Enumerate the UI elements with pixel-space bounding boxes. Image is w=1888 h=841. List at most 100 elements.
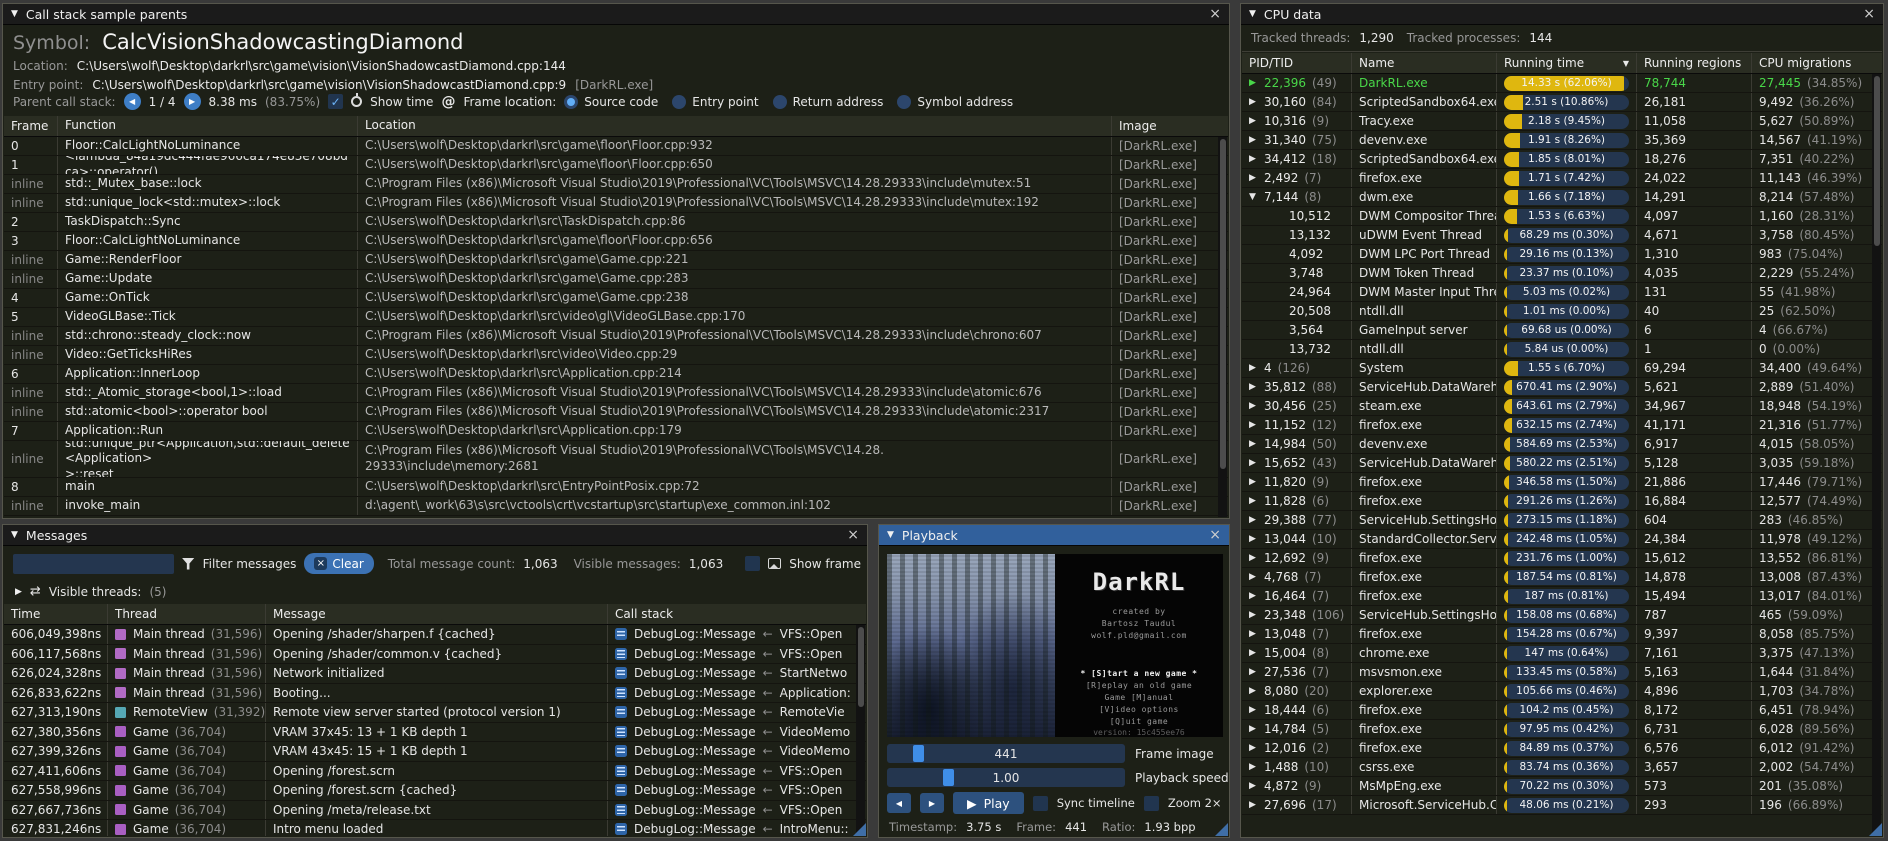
message-thread[interactable]: Game (36,704) (108, 762, 266, 781)
message-row[interactable]: 606,049,398ns Main thread (31,596) Openi… (4, 625, 866, 645)
radio-icon[interactable] (672, 95, 686, 109)
pid-cell[interactable]: 10,512 (1242, 207, 1352, 225)
pid-cell[interactable]: 20,508 (1242, 302, 1352, 320)
source-location[interactable]: C:\Program Files (x86)\Microsoft Visual … (358, 384, 1112, 402)
message-thread[interactable]: Game (36,704) (108, 820, 266, 836)
col-cpu-migrations[interactable]: CPU migrations (1752, 53, 1882, 73)
pid-cell[interactable]: ▶ 35,812 (88) (1242, 378, 1352, 396)
pid-cell[interactable]: ▶ 34,412 (18) (1242, 150, 1352, 168)
source-location[interactable]: C:\Program Files (x86)\Microsoft Visual … (358, 327, 1112, 345)
scrollbar[interactable] (1218, 137, 1227, 517)
message-thread[interactable]: RemoteView (31,392) (108, 703, 266, 722)
expand-arrow-icon[interactable]: ▶ (1249, 496, 1264, 506)
message-callstack[interactable]: DebugLog::Message ← IntroMenu:: (608, 820, 866, 836)
message-row[interactable]: 627,667,736ns Game (36,704) Opening /met… (4, 801, 866, 821)
cpu-process-row[interactable]: ▶ 35,812 (88) ServiceHub.DataWarehou 670… (1242, 378, 1882, 397)
pid-cell[interactable]: ▶ 30,160 (84) (1242, 93, 1352, 111)
message-callstack[interactable]: DebugLog::Message ← StartNetwo (608, 664, 866, 683)
callstack-frame-row[interactable]: inline invoke_main d:\agent\_work\63\s\s… (4, 497, 1228, 516)
cpu-process-row[interactable]: ▶ 13,044 (10) StandardCollector.Servic 2… (1242, 530, 1882, 549)
resize-grip[interactable] (1215, 823, 1228, 836)
pid-cell[interactable]: ▶ 27,536 (7) (1242, 663, 1352, 681)
callstack-icon[interactable] (615, 706, 627, 718)
expand-arrow-icon[interactable]: ▶ (1249, 743, 1264, 753)
pid-cell[interactable]: ▶ 18,444 (6) (1242, 701, 1352, 719)
cpu-process-row[interactable]: ▶ 12,016 (2) firefox.exe 84.89 ms (0.37%… (1242, 739, 1882, 758)
close-icon[interactable]: × (1863, 7, 1875, 21)
cpu-process-row[interactable]: 13,732 ntdll.dll 5.84 us (0.00%) 1 0 (0.… (1242, 340, 1882, 359)
message-thread[interactable]: Game (36,704) (108, 781, 266, 800)
scrollbar[interactable] (1872, 74, 1881, 836)
source-location[interactable]: C:\Users\wolf\Desktop\darkrl\src\video\g… (358, 308, 1112, 326)
cpu-process-row[interactable]: ▶ 30,160 (84) ScriptedSandbox64.exe 2.51… (1242, 93, 1882, 112)
cpu-process-row[interactable]: ▶ 11,828 (6) firefox.exe 291.26 ms (1.26… (1242, 492, 1882, 511)
callstack-frame-row[interactable]: inline std::atomic<bool>::operator bool … (4, 403, 1228, 422)
radio-icon[interactable] (897, 95, 911, 109)
cpu-process-row[interactable]: 3,564 GameInput server 69.68 us (0.00%) … (1242, 321, 1882, 340)
col-name[interactable]: Name (1352, 53, 1497, 73)
function-name[interactable]: TaskDispatch::Sync (58, 213, 358, 231)
collapse-arrow-icon[interactable]: ▼ (11, 530, 18, 540)
entry-point-path[interactable]: C:\Users\wolf\Desktop\darkrl\src\game\vi… (92, 78, 566, 92)
function-name[interactable]: main (58, 478, 358, 496)
source-location[interactable]: C:\Program Files (x86)\Microsoft Visual … (358, 175, 1112, 193)
message-callstack[interactable]: DebugLog::Message ← VFS::Open (608, 645, 866, 664)
message-thread[interactable]: Main thread (31,596) (108, 684, 266, 703)
frame-location-radio[interactable]: Entry point (672, 95, 758, 109)
message-row[interactable]: 627,380,356ns Game (36,704) VRAM 37x45: … (4, 723, 866, 743)
message-thread[interactable]: Main thread (31,596) (108, 664, 266, 683)
pid-cell[interactable]: ▶ 14,984 (50) (1242, 435, 1352, 453)
pid-cell[interactable]: ▶ 13,044 (10) (1242, 530, 1352, 548)
cpu-process-row[interactable]: ▶ 15,004 (8) chrome.exe 147 ms (0.64%) 7… (1242, 644, 1882, 663)
callstack-icon[interactable] (615, 784, 627, 796)
function-name[interactable]: invoke_main (58, 497, 358, 515)
expand-arrow-icon[interactable]: ▶ (1249, 610, 1264, 620)
pid-cell[interactable]: ▼ 7,144 (8) (1242, 188, 1352, 206)
expand-arrow-icon[interactable]: ▶ (1249, 439, 1264, 449)
expand-arrow-icon[interactable]: ▼ (1249, 192, 1264, 202)
callstack-frame-row[interactable]: inline Video::GetTicksHiRes C:\Users\wol… (4, 346, 1228, 365)
expand-arrow-icon[interactable]: ▶ (1249, 591, 1264, 601)
cpu-process-row[interactable]: ▶ 34,412 (18) ScriptedSandbox64.exe 1.85… (1242, 150, 1882, 169)
cpu-process-row[interactable]: ▶ 1,488 (10) csrss.exe 83.74 ms (0.36%) … (1242, 758, 1882, 777)
show-time-checkbox[interactable] (328, 94, 343, 109)
cpu-process-row[interactable]: 24,964 DWM Master Input Threa 5.03 ms (0… (1242, 283, 1882, 302)
pid-cell[interactable]: ▶ 16,464 (7) (1242, 587, 1352, 605)
cpu-process-row[interactable]: ▶ 4 (126) System 1.55 s (6.70%) 69,294 3… (1242, 359, 1882, 378)
callstack-frame-row[interactable]: 0 Floor::CalcLightNoLuminance C:\Users\w… (4, 137, 1228, 156)
expand-arrow-icon[interactable]: ▶ (15, 587, 22, 597)
source-location[interactable]: C:\Users\wolf\Desktop\darkrl\src\TaskDis… (358, 213, 1112, 231)
pid-cell[interactable]: ▶ 4,872 (9) (1242, 777, 1352, 795)
frame-location-radio[interactable]: Symbol address (897, 95, 1013, 109)
expand-arrow-icon[interactable]: ▶ (1249, 667, 1264, 677)
source-location[interactable]: d:\agent\_work\63\s\src\vctools\crt\vcst… (358, 497, 1112, 515)
expand-arrow-icon[interactable]: ▶ (1249, 382, 1264, 392)
message-thread[interactable]: Game (36,704) (108, 742, 266, 761)
function-name[interactable]: Floor::CalcLightNoLuminance (58, 137, 358, 155)
expand-arrow-icon[interactable]: ▶ (1249, 97, 1264, 107)
col-pid-tid[interactable]: PID/TID (1242, 53, 1352, 73)
source-location[interactable]: C:\Users\wolf\Desktop\darkrl\src\game\Ga… (358, 289, 1112, 307)
message-row[interactable]: 627,411,606ns Game (36,704) Opening /for… (4, 762, 866, 782)
message-row[interactable]: 627,558,996ns Game (36,704) Opening /for… (4, 781, 866, 801)
function-name[interactable]: Video::GetTicksHiRes (58, 346, 358, 364)
message-thread[interactable]: Main thread (31,596) (108, 645, 266, 664)
callstack-window-titlebar[interactable]: ▼ Call stack sample parents × (3, 4, 1229, 25)
pid-cell[interactable]: 13,132 (1242, 226, 1352, 244)
expand-arrow-icon[interactable]: ▶ (1249, 629, 1264, 639)
expand-arrow-icon[interactable]: ▶ (1249, 78, 1264, 88)
source-location[interactable]: C:\Program Files (x86)\Microsoft Visual … (358, 403, 1112, 421)
function-name[interactable]: Floor::CalcLightNoLuminance (58, 232, 358, 250)
cpu-process-row[interactable]: ▶ 13,048 (7) firefox.exe 154.28 ms (0.67… (1242, 625, 1882, 644)
expand-arrow-icon[interactable]: ▶ (1249, 135, 1264, 145)
message-callstack[interactable]: DebugLog::Message ← VFS::Open (608, 801, 866, 820)
message-callstack[interactable]: DebugLog::Message ← VideoMemo (608, 723, 866, 742)
cpu-process-row[interactable]: ▶ 18,444 (6) firefox.exe 104.2 ms (0.45%… (1242, 701, 1882, 720)
speed-slider-handle[interactable] (943, 769, 954, 786)
close-icon[interactable]: × (847, 528, 859, 542)
cpu-process-row[interactable]: ▶ 4,872 (9) MsMpEng.exe 70.22 ms (0.30%)… (1242, 777, 1882, 796)
source-location[interactable]: C:\Program Files (x86)\Microsoft Visual … (358, 194, 1112, 212)
cpu-process-row[interactable]: ▶ 4,768 (7) firefox.exe 187.54 ms (0.81%… (1242, 568, 1882, 587)
radio-icon[interactable] (773, 95, 787, 109)
play-button[interactable]: ▶ Play (953, 792, 1024, 814)
